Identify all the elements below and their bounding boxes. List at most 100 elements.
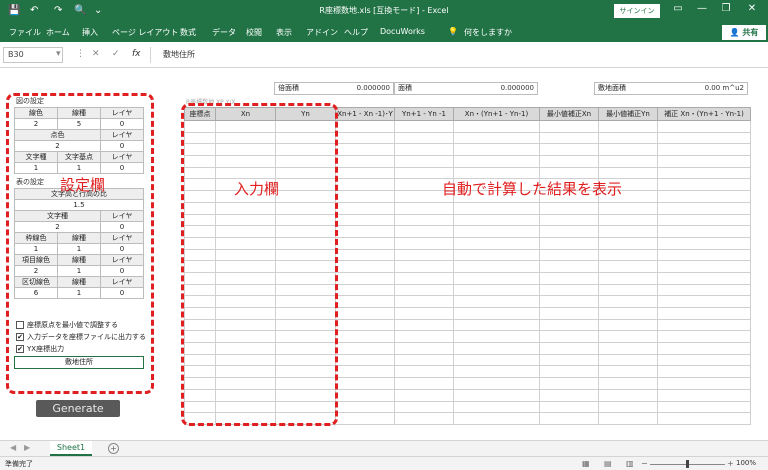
close-icon[interactable]: ✕ (742, 3, 762, 14)
grid-cell[interactable] (598, 143, 658, 157)
grid-cell[interactable] (335, 400, 395, 414)
grid-cell[interactable] (453, 143, 540, 157)
sheet-tab-sheet1[interactable]: Sheet1 (50, 441, 92, 456)
name-box-dropdown-icon[interactable]: ▾ (56, 49, 61, 59)
grid-cell[interactable] (335, 318, 395, 332)
grid-cell[interactable] (539, 248, 599, 262)
grid-cell[interactable] (453, 412, 540, 425)
grid-cell[interactable] (598, 271, 658, 285)
grid-cell[interactable] (453, 248, 540, 262)
tab-formulas[interactable]: 数式 (180, 27, 196, 38)
grid-cell[interactable] (335, 213, 395, 227)
grid-cell[interactable] (657, 248, 751, 262)
grid-cell[interactable] (657, 283, 751, 297)
grid-cell[interactable] (453, 342, 540, 355)
grid-cell[interactable] (539, 283, 599, 297)
grid-cell[interactable] (539, 201, 599, 215)
grid-cell[interactable] (598, 307, 658, 320)
grid-cell[interactable] (394, 120, 454, 133)
grid-cell[interactable] (394, 143, 454, 157)
tab-review[interactable]: 校閲 (246, 27, 262, 38)
add-sheet-icon[interactable]: + (108, 443, 119, 454)
grid-cell[interactable] (539, 225, 599, 238)
grid-cell[interactable] (335, 283, 395, 297)
grid-cell[interactable] (394, 213, 454, 227)
grid-cell[interactable] (453, 283, 540, 297)
zoom-out-icon[interactable]: − (641, 459, 648, 468)
grid-cell[interactable] (598, 412, 658, 425)
grid-cell[interactable] (657, 353, 751, 367)
grid-cell[interactable] (598, 400, 658, 414)
grid-cell[interactable] (539, 260, 599, 273)
grid-cell[interactable] (453, 225, 540, 238)
prev-sheet-icon[interactable]: ◀ (10, 443, 16, 452)
grid-cell[interactable] (657, 271, 751, 285)
next-sheet-icon[interactable]: ▶ (24, 443, 30, 452)
grid-cell[interactable] (453, 318, 540, 332)
grid-cell[interactable] (394, 353, 454, 367)
grid-cell[interactable] (657, 190, 751, 203)
grid-cell[interactable] (539, 155, 599, 168)
enter-icon[interactable]: ✓ (112, 49, 120, 59)
grid-cell[interactable] (453, 307, 540, 320)
grid-cell[interactable] (453, 131, 540, 145)
minimize-icon[interactable]: — (692, 3, 712, 14)
tab-docuworks[interactable]: DocuWorks (380, 27, 425, 36)
tab-home[interactable]: ホーム (46, 27, 70, 38)
grid-cell[interactable] (335, 201, 395, 215)
grid-cell[interactable] (335, 353, 395, 367)
grid-cell[interactable] (394, 283, 454, 297)
grid-cell[interactable] (335, 178, 395, 192)
grid-cell[interactable] (657, 342, 751, 355)
grid-cell[interactable] (335, 143, 395, 157)
grid-cell[interactable] (598, 283, 658, 297)
tab-data[interactable]: データ (212, 27, 236, 38)
grid-cell[interactable] (335, 377, 395, 390)
grid-cell[interactable] (657, 143, 751, 157)
grid-cell[interactable] (453, 353, 540, 367)
grid-cell[interactable] (657, 225, 751, 238)
grid-cell[interactable] (453, 388, 540, 402)
insert-function-icon[interactable]: fx (132, 49, 141, 59)
grid-cell[interactable] (394, 201, 454, 215)
grid-cell[interactable] (335, 342, 395, 355)
grid-cell[interactable] (335, 388, 395, 402)
grid-cell[interactable] (657, 236, 751, 250)
name-box[interactable]: B30 (3, 47, 63, 63)
grid-cell[interactable] (598, 131, 658, 145)
grid-cell[interactable] (657, 377, 751, 390)
grid-cell[interactable] (657, 166, 751, 180)
grid-cell[interactable] (335, 155, 395, 168)
zoom-in-icon[interactable]: + (727, 459, 734, 468)
grid-cell[interactable] (598, 330, 658, 344)
grid-cell[interactable] (335, 248, 395, 262)
grid-cell[interactable] (394, 271, 454, 285)
grid-cell[interactable] (657, 260, 751, 273)
grid-cell[interactable] (539, 412, 599, 425)
grid-cell[interactable] (657, 155, 751, 168)
grid-cell[interactable] (394, 330, 454, 344)
grid-cell[interactable] (394, 131, 454, 145)
grid-cell[interactable] (453, 120, 540, 133)
grid-cell[interactable] (657, 295, 751, 308)
grid-cell[interactable] (657, 178, 751, 192)
tab-file[interactable]: ファイル (9, 27, 41, 38)
normal-view-icon[interactable]: ▦ (582, 459, 590, 468)
grid-cell[interactable] (335, 365, 395, 379)
grid-cell[interactable] (394, 225, 454, 238)
zoom-slider-thumb[interactable] (686, 460, 689, 468)
grid-cell[interactable] (394, 377, 454, 390)
ribbon-display-icon[interactable]: ▭ (668, 3, 688, 14)
grid-cell[interactable] (598, 213, 658, 227)
tab-page-layout[interactable]: ページ レイアウト (112, 27, 178, 38)
grid-cell[interactable] (335, 307, 395, 320)
grid-cell[interactable] (453, 330, 540, 344)
grid-cell[interactable] (453, 295, 540, 308)
grid-cell[interactable] (335, 190, 395, 203)
grid-cell[interactable] (657, 400, 751, 414)
grid-cell[interactable] (598, 120, 658, 133)
grid-cell[interactable] (394, 365, 454, 379)
tab-view[interactable]: 表示 (276, 27, 292, 38)
drag-handle-icon[interactable]: ⋮ (76, 49, 85, 59)
grid-cell[interactable] (657, 213, 751, 227)
